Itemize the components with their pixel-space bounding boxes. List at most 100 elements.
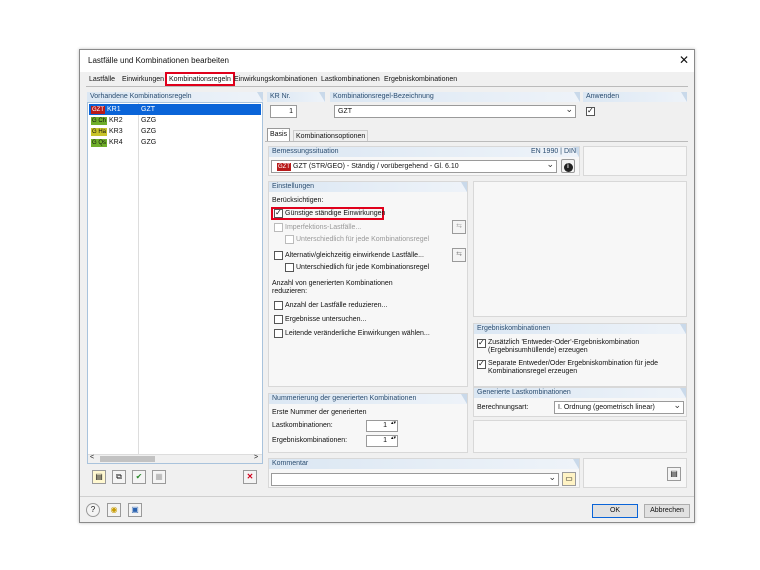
save-icon[interactable]: ▣ bbox=[128, 503, 142, 517]
anzahl-title: Anzahl von generierten Kombinationen bbox=[272, 280, 393, 287]
tag-badge: GZT bbox=[277, 163, 291, 171]
check-icon[interactable]: ✔ bbox=[132, 470, 146, 484]
kommentar-input[interactable] bbox=[271, 472, 559, 486]
tab-lastkombinationen[interactable]: Lastkombinationen bbox=[319, 74, 382, 86]
berechnungsart-dropdown[interactable]: I. Ordnung (geometrisch linear) bbox=[554, 400, 684, 414]
leitende-label: Leitende veränderliche Einwirkungen wähl… bbox=[285, 330, 430, 337]
anzahl-lf-checkbox[interactable] bbox=[274, 301, 283, 310]
bemessung-side-panel bbox=[583, 146, 687, 176]
new-rule-icon[interactable]: ▤ bbox=[92, 470, 106, 484]
export-icon[interactable]: ▤ bbox=[667, 467, 681, 481]
dialog: Lastfälle und Kombinationen bearbeiten ✕… bbox=[79, 49, 695, 523]
preview-panel bbox=[473, 181, 687, 317]
separate-checkbox[interactable] bbox=[477, 359, 486, 369]
bemessung-panel: Bemessungssituation EN 1990 | DIN GZT GZT… bbox=[268, 146, 580, 176]
einstellungen-panel: Einstellungen Berücksichtigen: Günstige … bbox=[268, 181, 468, 387]
nummerierung-header: Nummerierung der generierten Kombination… bbox=[269, 394, 467, 404]
units-icon[interactable]: ◉ bbox=[107, 503, 121, 517]
art-label: Berechnungsart: bbox=[477, 404, 529, 411]
rule-name: GZG bbox=[141, 139, 157, 146]
guenstige-checkbox[interactable] bbox=[274, 208, 283, 218]
kommentar-panel: Kommentar ▭ bbox=[268, 458, 580, 488]
generiert-extra-panel bbox=[473, 420, 687, 453]
kommentar-header: Kommentar bbox=[269, 459, 579, 469]
kr-header: KR Nr. bbox=[267, 92, 325, 102]
edit-icon[interactable]: ⇆ bbox=[452, 248, 466, 262]
grid-icon[interactable]: ▦ bbox=[152, 470, 166, 484]
tag-badge: G Qs bbox=[91, 139, 108, 147]
anzahl-lf-label: Anzahl der Lastfälle reduzieren... bbox=[285, 302, 388, 309]
unterschiedlich1-label: Unterschiedlich für jede Kombinationsreg… bbox=[296, 236, 430, 243]
close-icon[interactable]: ✕ bbox=[676, 52, 692, 68]
erste-label: Erste Nummer der generierten bbox=[272, 409, 367, 416]
rule-name: GZG bbox=[141, 117, 157, 124]
scrollbar-thumb[interactable] bbox=[100, 456, 155, 462]
tab-basis[interactable]: Basis bbox=[267, 128, 291, 142]
beruecksichtigen-label: Berücksichtigen: bbox=[272, 197, 324, 204]
unterschiedlich2-checkbox[interactable] bbox=[285, 263, 294, 272]
einstellungen-header: Einstellungen bbox=[269, 182, 467, 192]
tag-badge: G Ch bbox=[91, 117, 108, 125]
list-header: Vorhandene Kombinationsregeln bbox=[87, 92, 263, 102]
edit-icon[interactable]: ⇆ bbox=[452, 220, 466, 234]
guenstige-label: Günstige ständige Einwirkungen bbox=[285, 210, 386, 217]
bottom-divider bbox=[80, 496, 694, 497]
delete-icon[interactable]: ✕ bbox=[243, 470, 257, 484]
tab-kombinationsregeln[interactable]: Kombinationsregeln bbox=[165, 72, 235, 86]
unterschiedlich2-label: Unterschiedlich für jede Kombinationsreg… bbox=[296, 264, 430, 271]
rule-id: KR1 bbox=[107, 106, 121, 113]
horizontal-scrollbar[interactable]: < > bbox=[88, 454, 262, 463]
bezeichnung-header: Kombinationsregel-Bezeichnung bbox=[330, 92, 580, 102]
scroll-right-icon[interactable]: > bbox=[254, 454, 258, 461]
ergebnisse-checkbox[interactable] bbox=[274, 315, 283, 324]
zusaetzlich-label: Zusätzlich 'Entweder-Oder'-Ergebniskombi… bbox=[488, 339, 640, 346]
bemessung-value: GZT (STR/GEO) - Ständig / vorübergehend … bbox=[293, 163, 459, 170]
list-item[interactable]: G Qs KR4 GZG bbox=[89, 137, 261, 148]
help-icon[interactable]: ? bbox=[86, 503, 100, 517]
tab-ergebniskombinationen[interactable]: Ergebniskombinationen bbox=[382, 74, 459, 86]
anwenden-checkbox[interactable] bbox=[586, 106, 595, 116]
tab-lastfaelle[interactable]: Lastfälle bbox=[87, 74, 117, 86]
tab-einwirkungen[interactable]: Einwirkungen bbox=[120, 74, 166, 86]
ergebnisk-header: Ergebniskombinationen bbox=[474, 324, 686, 334]
dialog-title: Lastfälle und Kombinationen bearbeiten bbox=[88, 56, 229, 65]
alternativ-checkbox[interactable] bbox=[274, 251, 283, 260]
subtab-divider bbox=[265, 141, 688, 142]
kommentar-side-panel: ▤ bbox=[583, 458, 687, 488]
column-divider bbox=[138, 103, 139, 458]
imperfektion-checkbox[interactable] bbox=[274, 223, 283, 232]
imperfektion-label: Imperfektions-Lastfälle... bbox=[285, 224, 362, 231]
separate-label2: Kombinationsregel erzeugen bbox=[488, 368, 578, 375]
generiert-panel: Generierte Lastkombinationen Berechnungs… bbox=[473, 387, 687, 417]
rule-name: GZG bbox=[141, 128, 157, 135]
rule-name: GZT bbox=[141, 106, 155, 113]
ek-stepper[interactable]: 1 bbox=[366, 435, 398, 447]
tag-badge: G Ha bbox=[91, 128, 108, 136]
tag-badge: GZT bbox=[91, 106, 105, 114]
list-item[interactable]: G Ha KR3 GZG bbox=[89, 126, 261, 137]
kr-number-field[interactable]: 1 bbox=[270, 105, 297, 118]
unterschiedlich1-checkbox[interactable] bbox=[285, 235, 294, 244]
tab-divider bbox=[86, 86, 688, 87]
rule-id: KR3 bbox=[109, 128, 123, 135]
ergebnisk-panel: Ergebniskombinationen Zusätzlich 'Entwed… bbox=[473, 323, 687, 387]
ergebnisse-label: Ergebnisse untersuchen... bbox=[285, 316, 367, 323]
info-icon[interactable]: i bbox=[561, 159, 575, 173]
leitende-checkbox[interactable] bbox=[274, 329, 283, 338]
lk-stepper[interactable]: 1 bbox=[366, 420, 398, 432]
cancel-button[interactable]: Abbrechen bbox=[644, 504, 690, 518]
ek-label: Ergebniskombinationen: bbox=[272, 437, 348, 444]
nummerierung-panel: Nummerierung der generierten Kombination… bbox=[268, 393, 468, 453]
copy-rule-icon[interactable]: ⧉ bbox=[112, 470, 126, 484]
tab-einwirkungskombinationen[interactable]: Einwirkungskombinationen bbox=[232, 74, 319, 86]
bemessung-dropdown[interactable]: GZT GZT (STR/GEO) - Ständig / vorübergehe… bbox=[271, 159, 557, 173]
scroll-left-icon[interactable]: < bbox=[90, 454, 94, 461]
zusaetzlich-checkbox[interactable] bbox=[477, 338, 486, 348]
comment-icon[interactable]: ▭ bbox=[562, 472, 576, 486]
bezeichnung-dropdown[interactable]: GZT bbox=[334, 104, 576, 118]
alternativ-label: Alternativ/gleichzeitig einwirkende Last… bbox=[285, 252, 424, 259]
list-item[interactable]: GZT KR1 GZT bbox=[89, 104, 261, 115]
rules-list[interactable]: GZT KR1 GZT G Ch KR2 GZG G Ha KR3 GZG G Qs KR4 G… bbox=[87, 102, 263, 464]
ok-button[interactable]: OK bbox=[592, 504, 638, 518]
list-item[interactable]: G Ch KR2 GZG bbox=[89, 115, 261, 126]
